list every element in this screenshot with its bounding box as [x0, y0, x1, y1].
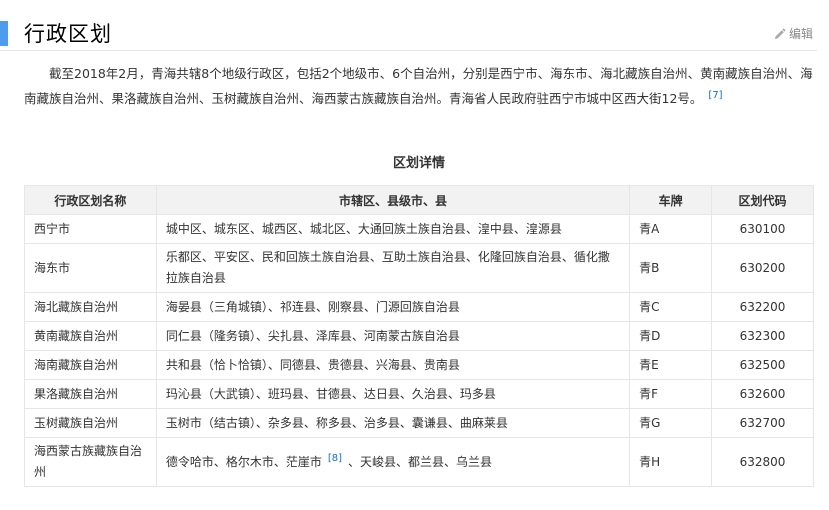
cell-code: 632600: [711, 379, 814, 409]
cell-name: 海南藏族自治州: [24, 350, 157, 380]
cell-name: 海东市: [24, 243, 157, 293]
reference-link-7[interactable]: [7]: [708, 90, 722, 101]
cell-plate: 青A: [629, 214, 713, 244]
cell-plate: 青E: [629, 350, 713, 380]
divisions-text-part1: 德令哈市、格尔木市、茫崖市: [165, 454, 322, 469]
divisions-table: 行政区划名称 市辖区、县级市、县 车牌 区划代码 西宁市 城中区、城东区、城西区…: [24, 185, 814, 487]
table-row: 海南藏族自治州 共和县（恰卜恰镇）、同德县、贵德县、兴海县、贵南县 青E 632…: [24, 350, 814, 380]
cell-plate: 青B: [629, 243, 713, 293]
header-plate: 车牌: [629, 185, 713, 215]
cell-divisions: 玉树市（结古镇）、杂多县、称多县、治多县、囊谦县、曲麻莱县: [155, 408, 631, 438]
table-row: 海西蒙古族藏族自治州 德令哈市、格尔木市、茫崖市 [8] 、天峻县、都兰县、乌兰县 …: [24, 437, 814, 487]
section-heading: 行政区划 编辑: [0, 17, 829, 51]
cell-code: 632700: [711, 408, 814, 438]
table-row: 海北藏族自治州 海晏县（三角城镇）、祁连县、刚察县、门源回族自治县 青C 632…: [24, 292, 814, 322]
cell-code: 632500: [711, 350, 814, 380]
cell-name: 玉树藏族自治州: [24, 408, 157, 438]
table-row: 玉树藏族自治州 玉树市（结古镇）、杂多县、称多县、治多县、囊谦县、曲麻莱县 青G…: [24, 408, 814, 438]
cell-divisions: 玛沁县（大武镇）、班玛县、甘德县、达日县、久治县、玛多县: [155, 379, 631, 409]
cell-divisions: 同仁县（隆务镇）、尖扎县、泽库县、河南蒙古族自治县: [155, 321, 631, 351]
table-row: 海东市 乐都区、平安区、民和回族土族自治县、互助土族自治县、化隆回族自治县、循化…: [24, 243, 814, 293]
cell-code: 630100: [711, 214, 814, 244]
table-row: 黄南藏族自治州 同仁县（隆务镇）、尖扎县、泽库县、河南蒙古族自治县 青D 632…: [24, 321, 814, 351]
intro-paragraph: 截至2018年2月，青海共辖8个地级行政区，包括2个地级市、6个自治州，分别是西…: [24, 61, 814, 111]
header-name: 行政区划名称: [24, 185, 157, 215]
cell-code: 632300: [711, 321, 814, 351]
cell-plate: 青F: [629, 379, 713, 409]
cell-name: 西宁市: [24, 214, 157, 244]
header-divisions: 市辖区、县级市、县: [155, 185, 631, 215]
cell-name: 果洛藏族自治州: [24, 379, 157, 409]
section-title: 行政区划: [24, 22, 112, 46]
cell-divisions: 城中区、城东区、城西区、城北区、大通回族土族自治县、湟中县、湟源县: [155, 214, 631, 244]
divisions-text-part2: 、天峻县、都兰县、乌兰县: [348, 454, 493, 469]
cell-name: 海北藏族自治州: [24, 292, 157, 322]
cell-divisions: 海晏县（三角城镇）、祁连县、刚察县、门源回族自治县: [155, 292, 631, 322]
cell-plate: 青H: [629, 437, 713, 487]
reference-link-8[interactable]: [8]: [328, 453, 342, 464]
heading-accent-bar: [0, 21, 8, 46]
cell-plate: 青C: [629, 292, 713, 322]
cell-code: 632200: [711, 292, 814, 322]
cell-code: 630200: [711, 243, 814, 293]
cell-plate: 青D: [629, 321, 713, 351]
cell-plate: 青G: [629, 408, 713, 438]
intro-text: 截至2018年2月，青海共辖8个地级行政区，包括2个地级市、6个自治州，分别是西…: [24, 66, 813, 106]
cell-name: 海西蒙古族藏族自治州: [24, 437, 157, 487]
cell-name: 黄南藏族自治州: [24, 321, 157, 351]
table-caption: 区划详情: [392, 156, 445, 171]
table-header-row: 行政区划名称 市辖区、县级市、县 车牌 区划代码: [24, 185, 814, 215]
header-code: 区划代码: [711, 185, 814, 215]
edit-button[interactable]: 编辑: [773, 25, 813, 43]
cell-divisions: 德令哈市、格尔木市、茫崖市 [8] 、天峻县、都兰县、乌兰县: [155, 437, 631, 487]
cell-divisions: 共和县（恰卜恰镇）、同德县、贵德县、兴海县、贵南县: [155, 350, 631, 380]
table-row: 果洛藏族自治州 玛沁县（大武镇）、班玛县、甘德县、达日县、久治县、玛多县 青F …: [24, 379, 814, 409]
edit-label: 编辑: [788, 27, 813, 41]
pencil-icon: [774, 28, 786, 39]
cell-code: 632800: [711, 437, 814, 487]
cell-divisions: 乐都区、平安区、民和回族土族自治县、互助土族自治县、化隆回族自治县、循化撒拉族自…: [155, 243, 631, 293]
heading-divider: [0, 50, 817, 51]
table-row: 西宁市 城中区、城东区、城西区、城北区、大通回族土族自治县、湟中县、湟源县 青A…: [24, 214, 814, 244]
